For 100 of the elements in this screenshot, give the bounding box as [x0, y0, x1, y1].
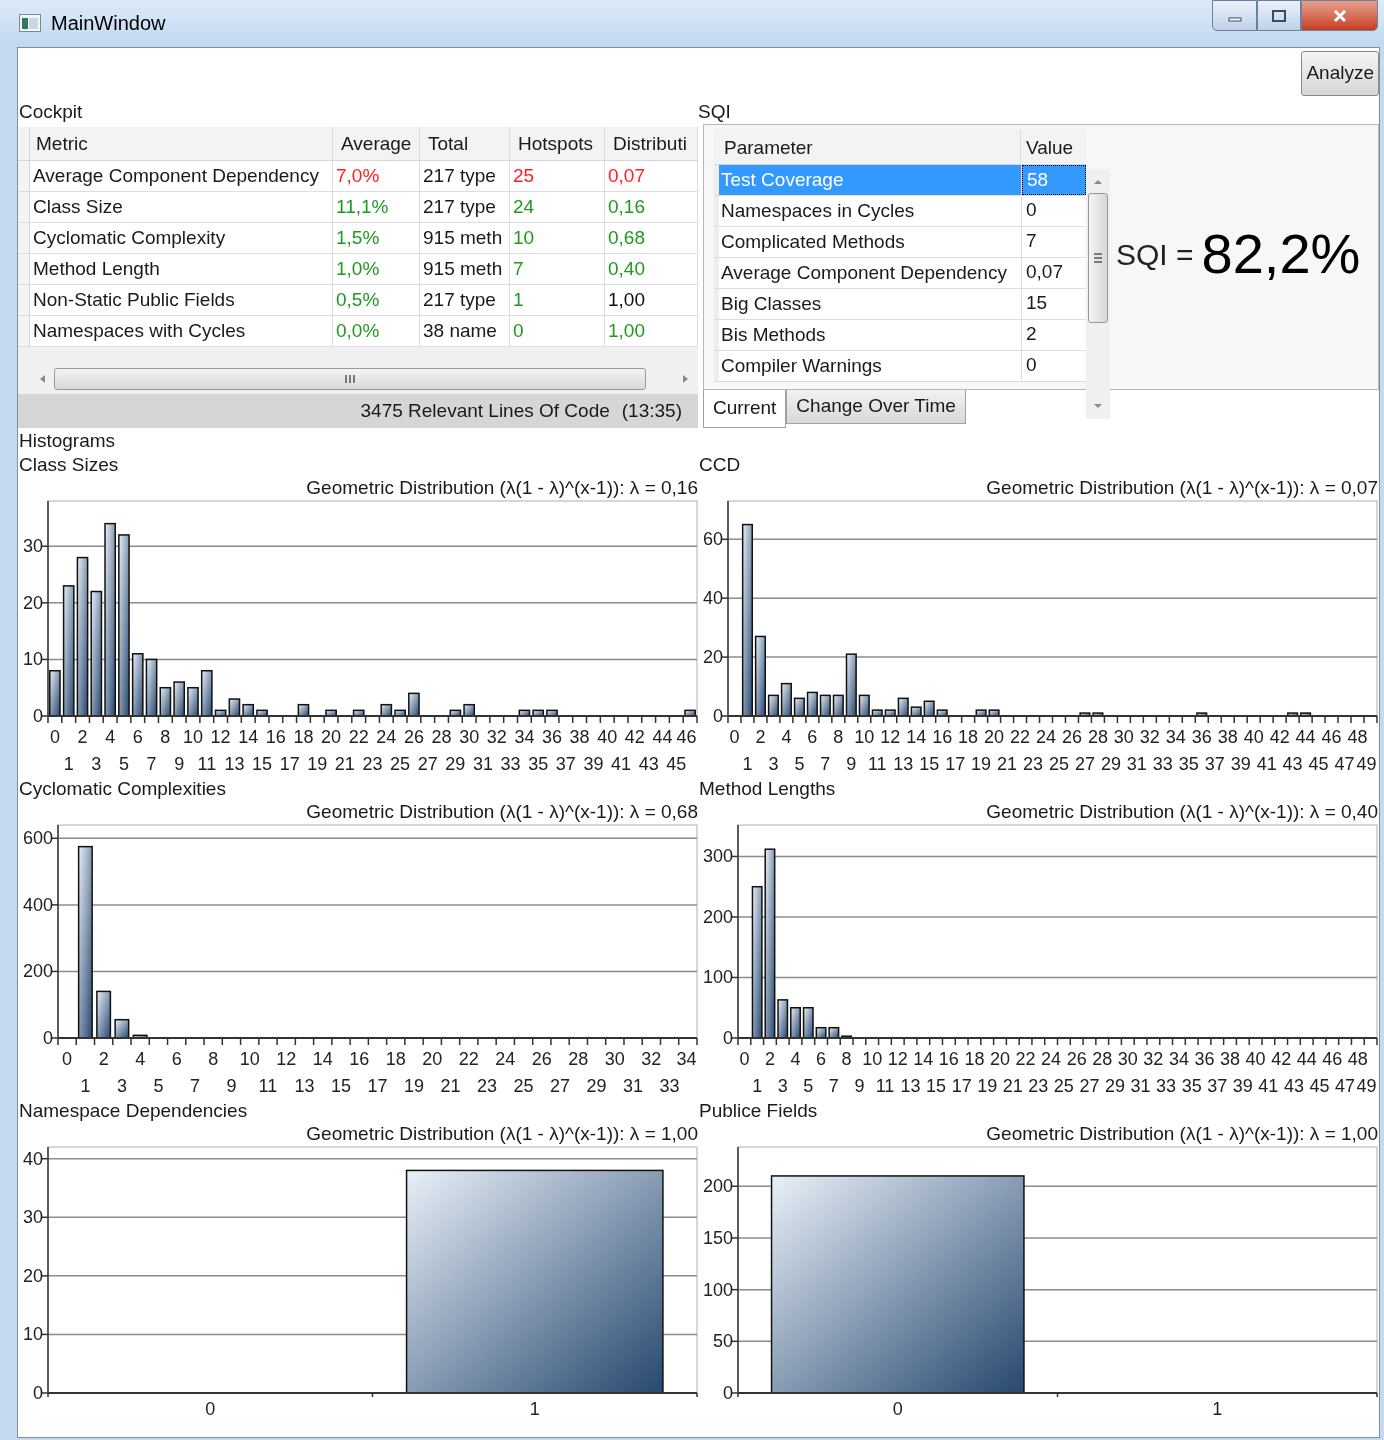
chart-label: CCD — [698, 453, 742, 476]
axis-label: 18 — [958, 727, 979, 747]
axis-label: 100 — [702, 967, 733, 988]
axis-label: 14 — [913, 1049, 934, 1069]
axis-label: 20 — [422, 1049, 443, 1069]
axis-label: 17 — [951, 1076, 972, 1096]
axis-label: 21 — [997, 754, 1018, 774]
axis-label: 6 — [132, 727, 143, 747]
chart-label: Class Sizes — [18, 453, 120, 476]
axis-label: 23 — [1028, 1076, 1049, 1096]
table-cell: Average Component Dependency — [719, 258, 1022, 288]
axis-label: 12 — [276, 1049, 297, 1069]
axis-label: 11 — [258, 1076, 278, 1096]
axis-label: 45 — [1309, 1076, 1330, 1096]
chart-title: Geometric Distribution (λ(1 - λ)^(x-1)): λ = 1,00 — [985, 1122, 1378, 1146]
axis-label: 28 — [1087, 727, 1108, 747]
axis-label: 11 — [867, 754, 887, 774]
axis-label: 29 — [1100, 754, 1121, 774]
axis-label: 0 — [62, 1049, 73, 1069]
axis-label: 35 — [1181, 1076, 1202, 1096]
axis-label: 7 — [146, 754, 157, 774]
axis-label: 200 — [22, 961, 53, 982]
axis-label: 14 — [906, 727, 927, 747]
axis-label: 37 — [1207, 1076, 1228, 1096]
axis-label: 10 — [862, 1049, 883, 1069]
axis-label: 0 — [205, 1399, 216, 1419]
axis-label: 31 — [1130, 1076, 1151, 1096]
axis-label: 6 — [171, 1049, 182, 1069]
axis-label: 11 — [197, 754, 217, 774]
axis-label: 34 — [1168, 1049, 1189, 1069]
axis-label: 30 — [459, 727, 480, 747]
table-cell: 1,0% — [333, 254, 420, 284]
chart-title: Geometric Distribution (λ(1 - λ)^(x-1)): λ = 0,07 — [985, 476, 1378, 500]
axis-label: 400 — [22, 894, 53, 915]
axis-label: 200 — [702, 907, 733, 927]
chart-label: Cyclomatic Complexities — [18, 777, 227, 800]
axis-label: 27 — [1074, 754, 1095, 774]
table-cell: 915 meth — [420, 223, 510, 253]
axis-label: 1 — [80, 1076, 91, 1096]
axis-label: 17 — [945, 754, 966, 774]
axis-label: 29 — [1105, 1076, 1126, 1096]
axis-label: 18 — [385, 1049, 406, 1069]
axis-label: 0 — [43, 1028, 53, 1048]
section-title: Cockpit — [18, 100, 84, 124]
axis-label: 4 — [790, 1049, 801, 1069]
axis-label: 33 — [500, 754, 521, 774]
axis-label: 2 — [98, 1049, 109, 1069]
axis-label: 2 — [755, 727, 766, 747]
table-cell: Test Coverage — [719, 165, 1022, 195]
axis-label: 36 — [1191, 727, 1212, 747]
axis-label: 200 — [702, 1176, 733, 1197]
axis-label: 49 — [1356, 754, 1377, 774]
table-cell: 0,5% — [333, 285, 420, 315]
axis-label: 29 — [586, 1076, 607, 1096]
axis-label: 32 — [486, 727, 507, 747]
axis-label: 47 — [1335, 1076, 1356, 1096]
table-cell: 217 type — [420, 285, 510, 315]
axis-label: 6 — [816, 1049, 827, 1069]
axis-label: 13 — [893, 754, 914, 774]
axis-label: 16 — [265, 727, 286, 747]
table-cell: 24 — [510, 192, 605, 222]
axis-label: 5 — [803, 1076, 814, 1096]
axis-label: 3 — [91, 754, 102, 774]
axis-label: 38 — [1217, 727, 1238, 747]
axis-label: 46 — [1321, 727, 1342, 747]
axis-label: 8 — [208, 1049, 219, 1069]
axis-label: 7 — [828, 1076, 839, 1096]
axis-label: 0 — [33, 1383, 43, 1403]
axis-label: 27 — [1079, 1076, 1100, 1096]
axis-label: 10 — [854, 727, 875, 747]
axis-label: 40 — [597, 727, 618, 747]
axis-label: 22 — [348, 727, 369, 747]
axis-label: 14 — [312, 1049, 333, 1069]
table-cell: 1,5% — [333, 223, 420, 253]
axis-label: 21 — [334, 754, 355, 774]
axis-label: 23 — [477, 1076, 498, 1096]
axis-label: 33 — [1156, 1076, 1177, 1096]
axis-label: 32 — [1139, 727, 1160, 747]
axis-label: 38 — [1220, 1049, 1241, 1069]
axis-label: 22 — [1015, 1049, 1036, 1069]
axis-label: 40 — [1245, 1049, 1266, 1069]
axis-label: 20 — [989, 1049, 1010, 1069]
axis-label: 19 — [977, 1076, 998, 1096]
table-cell: 0,68 — [605, 223, 698, 253]
axis-label: 3 — [116, 1076, 127, 1096]
axis-label: 25 — [1053, 1076, 1074, 1096]
axis-label: 22 — [1010, 727, 1031, 747]
axis-label: 48 — [1347, 1049, 1368, 1069]
table-cell: 1,00 — [605, 316, 698, 346]
axis-label: 25 — [390, 754, 411, 774]
axis-label: 12 — [880, 727, 901, 747]
chart-title: Geometric Distribution (λ(1 - λ)^(x-1)): λ = 0,16 — [305, 476, 698, 500]
axis-label: 11 — [875, 1076, 895, 1096]
axis-label: 4 — [105, 727, 116, 747]
section-title: SQI — [698, 100, 732, 124]
axis-label: 4 — [781, 727, 792, 747]
table-cell: 0,07 — [605, 161, 698, 191]
axis-label: 10 — [22, 649, 43, 670]
table-cell: Cyclomatic Complexity — [30, 223, 333, 253]
axis-label: 20 — [22, 592, 43, 613]
